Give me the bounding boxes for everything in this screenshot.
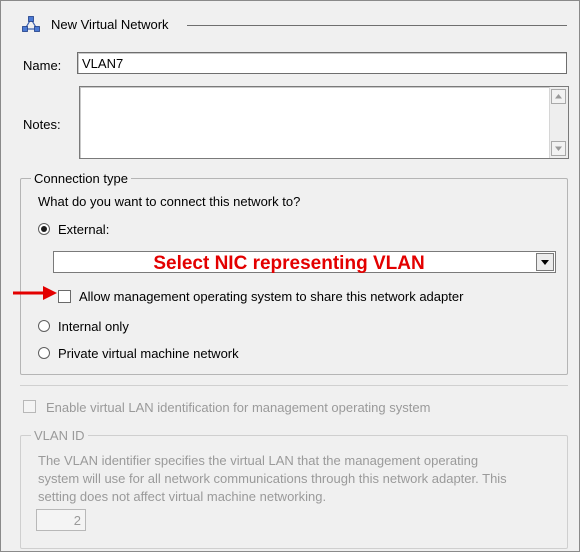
private-network-label: Private virtual machine network	[58, 346, 239, 361]
notes-textarea[interactable]	[79, 86, 569, 159]
scroll-up-button[interactable]	[551, 89, 566, 104]
notes-label: Notes:	[23, 117, 61, 132]
connection-type-legend: Connection type	[31, 171, 131, 186]
external-radio[interactable]	[38, 223, 50, 235]
enable-vlan-checkbox[interactable]	[23, 400, 36, 413]
private-network-radio[interactable]	[38, 347, 50, 359]
scroll-down-icon	[555, 146, 562, 151]
nic-selection-text: Select NIC representing VLAN	[153, 253, 425, 274]
virtual-network-panel: New Virtual Network Name: Notes: Connect…	[0, 0, 580, 552]
vlan-id-input[interactable]: 2	[36, 509, 86, 531]
vlan-description-line: setting does not affect virtual machine …	[38, 489, 327, 504]
vlan-id-value: 2	[73, 513, 81, 528]
dropdown-button[interactable]	[536, 253, 554, 271]
chevron-down-icon	[541, 260, 549, 265]
page-title: New Virtual Network	[51, 17, 169, 32]
vlan-description-line: system will use for all network communic…	[38, 471, 507, 486]
external-radio-label: External:	[58, 222, 110, 237]
section-divider	[20, 385, 568, 386]
red-arrow-icon	[13, 285, 57, 304]
connection-prompt: What do you want to connect this network…	[38, 194, 301, 209]
vlan-description-line: The VLAN identifier specifies the virtua…	[38, 453, 479, 468]
scroll-up-icon	[555, 94, 562, 99]
enable-vlan-label: Enable virtual LAN identification for ma…	[46, 400, 431, 415]
share-adapter-checkbox[interactable]	[58, 290, 71, 303]
vlan-id-legend: VLAN ID	[31, 428, 88, 443]
name-input[interactable]	[77, 52, 567, 74]
vlan-description: The VLAN identifier specifies the virtua…	[38, 452, 507, 506]
internal-only-label: Internal only	[58, 319, 129, 334]
header-divider	[187, 25, 567, 26]
share-adapter-label: Allow management operating system to sha…	[79, 289, 464, 304]
network-adapter-dropdown[interactable]: Select NIC representing VLAN	[53, 251, 556, 274]
notes-scrollbar[interactable]	[549, 87, 568, 158]
scroll-down-button[interactable]	[551, 141, 566, 156]
name-label: Name:	[23, 58, 62, 73]
internal-only-radio[interactable]	[38, 320, 50, 332]
network-icon	[21, 15, 41, 35]
